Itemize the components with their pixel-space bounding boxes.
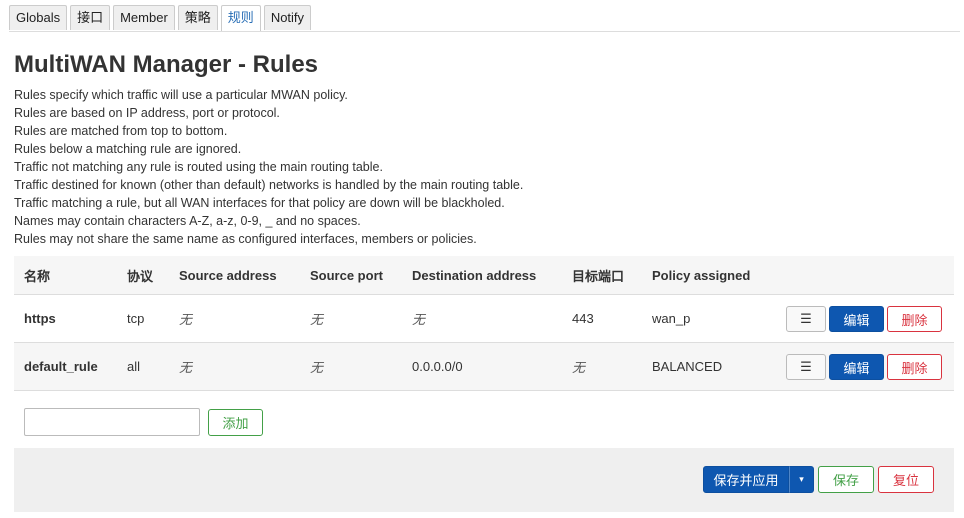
caret-down-icon: ▾	[799, 474, 804, 484]
description-line: Traffic destined for known (other than d…	[14, 178, 524, 192]
save-button[interactable]: 保存	[818, 466, 874, 493]
page-title: MultiWAN Manager - Rules	[14, 51, 319, 78]
header-source-port: Source port	[310, 267, 383, 283]
tab-notify[interactable]: Notify	[263, 5, 312, 30]
description-line: Rules below a matching rule are ignored.	[14, 142, 242, 156]
rule-source-port: 无	[310, 312, 324, 327]
header-destination-port: 目标端口	[572, 268, 625, 284]
rules-table: 名称 协议 Source address Source port Destina…	[14, 256, 954, 391]
rule-destination-port: 443	[572, 311, 594, 326]
tab-bar: Globals 接口 Member 策略 规则 Notify	[9, 5, 960, 32]
header-destination-address: Destination address	[412, 267, 537, 283]
description-line: Rules are matched from top to bottom.	[14, 124, 228, 138]
description-line: Rules may not share the same name as con…	[14, 232, 477, 246]
sort-handle-button[interactable]: ☰	[786, 306, 826, 332]
drag-handle-icon: ☰	[800, 311, 812, 326]
reset-button[interactable]: 复位	[878, 466, 934, 493]
table-header: 名称 协议 Source address Source port Destina…	[14, 256, 954, 295]
rule-protocol: all	[127, 359, 141, 374]
rule-protocol: tcp	[127, 311, 145, 326]
description-line: Rules specify which traffic will use a p…	[14, 88, 348, 102]
rule-policy: BALANCED	[652, 359, 723, 374]
header-name: 名称	[24, 268, 51, 284]
save-apply-dropdown-toggle[interactable]: ▾	[789, 466, 814, 493]
table-row: default_rule all 无 无 0.0.0.0/0 无 BALANCE…	[14, 343, 954, 391]
rule-source-port: 无	[310, 360, 324, 375]
header-source-address: Source address	[179, 267, 277, 283]
description-line: Traffic not matching any rule is routed …	[14, 160, 383, 174]
description-line: Rules are based on IP address, port or p…	[14, 106, 280, 120]
save-apply-button[interactable]: 保存并应用	[703, 466, 789, 493]
add-rule-bar: 添加	[14, 390, 954, 445]
page-description: Rules specify which traffic will use a p…	[14, 86, 523, 248]
tab-policy[interactable]: 策略	[177, 5, 218, 30]
header-protocol: 协议	[127, 268, 154, 284]
description-line: Traffic matching a rule, but all WAN int…	[14, 196, 505, 210]
rule-source-address: 无	[179, 312, 193, 327]
delete-button[interactable]: 删除	[887, 354, 942, 380]
edit-button[interactable]: 编辑	[829, 354, 884, 380]
rule-policy: wan_p	[652, 311, 691, 326]
rule-destination-port: 无	[572, 360, 586, 375]
page-actions: 保存并应用 ▾ 保存 复位	[14, 448, 954, 512]
table-row: https tcp 无 无 无 443 wan_p ☰ 编辑 删除	[14, 295, 954, 343]
rule-destination-address: 无	[412, 312, 426, 327]
sort-handle-button[interactable]: ☰	[786, 354, 826, 380]
rule-destination-address: 0.0.0.0/0	[412, 359, 463, 374]
drag-handle-icon: ☰	[800, 359, 812, 374]
tab-rules[interactable]: 规则	[220, 5, 261, 31]
rule-name: https	[24, 311, 56, 326]
new-rule-name-input[interactable]	[24, 408, 200, 436]
description-line: Names may contain characters A-Z, a-z, 0…	[14, 214, 361, 228]
tab-globals[interactable]: Globals	[9, 5, 68, 30]
rule-source-address: 无	[179, 360, 193, 375]
tab-member[interactable]: Member	[113, 5, 175, 30]
add-button[interactable]: 添加	[208, 409, 263, 436]
delete-button[interactable]: 删除	[887, 306, 942, 332]
header-policy-assigned: Policy assigned	[652, 267, 751, 283]
rule-name: default_rule	[24, 359, 98, 374]
tab-interfaces[interactable]: 接口	[70, 5, 111, 30]
edit-button[interactable]: 编辑	[829, 306, 884, 332]
